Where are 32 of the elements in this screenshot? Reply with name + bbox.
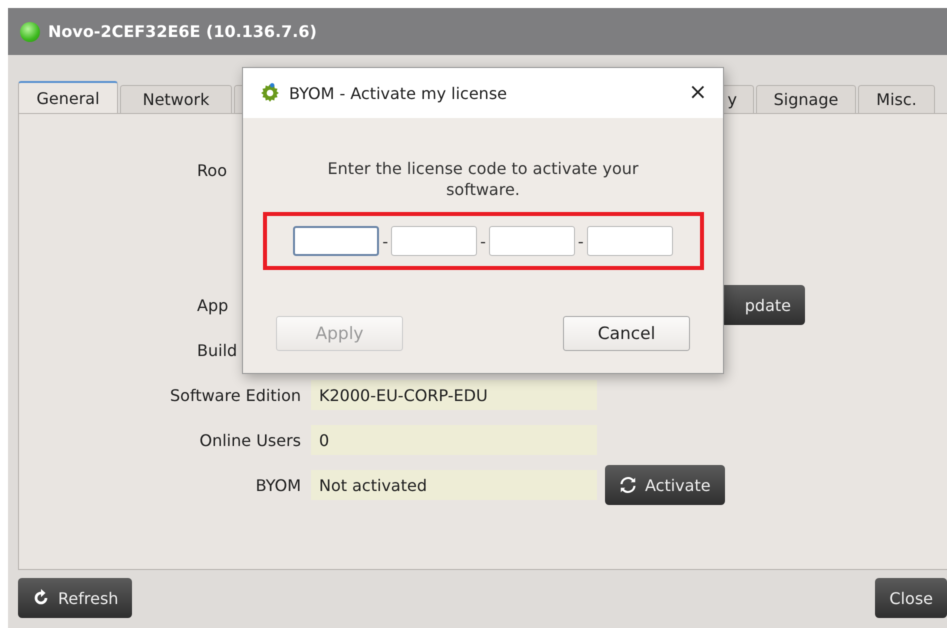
instruction-text: Enter the license code to activate your software. [326,158,640,200]
gear-icon [259,82,281,104]
tab[interactable]: General [18,81,118,113]
dash-separator: - [480,232,486,250]
cancel-button[interactable]: Cancel [563,316,690,351]
field-label: Build [196,340,238,360]
dialog-title: BYOM - Activate my license [289,84,508,102]
field-value: K2000-EU-CORP-EDU [311,380,597,410]
dash-separator: - [578,232,584,250]
refresh-icon [32,589,50,607]
field-label: App [196,296,230,314]
field-label: Online Users [198,430,302,450]
code-input-field[interactable] [488,226,575,256]
window-title: Novo-2CEF32E6E (10.136.7.6) [48,22,317,41]
activate-button[interactable]: Activate [605,465,725,505]
field-value: Not activated [311,470,597,500]
field-label: BYOM [254,476,302,494]
status-icon [20,22,40,42]
field-label: Roo [196,160,228,180]
tab[interactable]: Signage [756,85,856,113]
sync-icon [619,476,637,494]
close-button[interactable]: Close [875,578,947,618]
tab[interactable]: Misc. [858,85,935,113]
code-input-field[interactable] [391,226,478,256]
field-value: 0 [311,425,597,455]
code-input-field[interactable] [293,226,380,256]
code-input-field[interactable] [586,226,673,256]
dash-separator: - [382,232,388,250]
tab[interactable]: Network [120,85,232,113]
field-label: Software Edition [169,386,302,404]
close-button[interactable]: × [684,82,711,104]
refresh-button[interactable]: Refresh [18,578,132,618]
